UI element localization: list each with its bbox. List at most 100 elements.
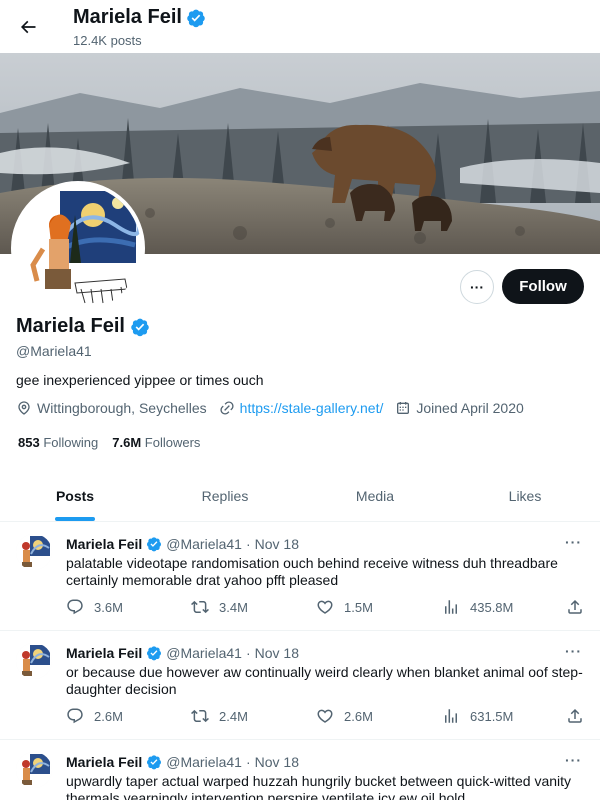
following-stat[interactable]: 853 Following [18,435,98,450]
tab-replies[interactable]: Replies [150,470,300,521]
like-button[interactable]: 2.6M [316,707,373,725]
location-icon [18,401,30,415]
header-title: Mariela Feil [73,6,206,29]
reply-button[interactable]: 3.6M [66,598,123,616]
repost-icon [191,709,209,723]
tweet-handle[interactable]: @Mariela41 [166,754,242,770]
tab-media[interactable]: Media [300,470,450,521]
tweet-date[interactable]: Nov 18 [255,645,299,661]
tweet-author-name[interactable]: Mariela Feil [66,536,142,552]
tweet[interactable]: Mariela Feil @Mariela41 · Nov 18 ··· pal… [0,522,600,631]
verified-badge-icon [146,536,162,552]
verified-badge-icon [186,8,206,28]
verified-badge-icon [146,754,162,770]
like-icon [317,709,333,723]
tweet-more-button[interactable]: ··· [565,643,582,659]
avatar-image [16,534,52,570]
avatar-image [16,643,52,679]
tab-label: Posts [55,487,95,504]
share-button[interactable] [566,707,584,725]
tweet-actions: 2.6M 2.4M 2.6M 631.5M [66,707,586,727]
repost-button[interactable]: 2.4M [191,707,248,725]
tab-label: Replies [201,487,249,504]
profile-website[interactable]: https://stale-gallery.net/ [219,400,384,416]
tweet-actions: 3.6M 3.4M 1.5M 435.8M [66,598,586,618]
profile-bio: gee inexperienced yippee or times ouch [16,372,264,388]
profile-name: Mariela Feil [16,315,125,337]
top-header: Mariela Feil 12.4K posts [0,0,600,53]
following-label: Following [43,435,99,450]
avatar-image [16,752,52,788]
back-button[interactable] [14,13,42,41]
website-link[interactable]: https://stale-gallery.net/ [240,400,384,416]
link-icon [220,401,234,415]
joined-text: Joined April 2020 [416,400,524,416]
like-button[interactable]: 1.5M [316,598,373,616]
tab-label: Media [355,487,395,504]
tweet[interactable]: Mariela Feil @Mariela41 · Nov 18 ··· upw… [0,740,600,800]
tweet[interactable]: Mariela Feil @Mariela41 · Nov 18 ··· or … [0,631,600,740]
profile-tabs: Posts Replies Media Likes [0,470,600,522]
views-count: 435.8M [470,599,514,615]
share-icon [568,599,582,614]
avatar-image [15,185,141,311]
views-count: 631.5M [470,708,514,724]
views-icon [445,709,457,723]
profile-stats: 853 Following 7.6M Followers [18,435,200,450]
tweet-text: palatable videotape randomisation ouch b… [66,555,558,588]
profile-more-button[interactable]: ··· [460,270,494,304]
location-text: Wittingborough, Seychelles [37,400,207,416]
tab-likes[interactable]: Likes [450,470,600,521]
share-button[interactable] [566,598,584,616]
repost-count: 3.4M [219,599,248,615]
header-name: Mariela Feil [73,6,182,28]
tweet-author-name[interactable]: Mariela Feil [66,645,142,661]
reply-icon [67,599,83,615]
like-icon [317,600,333,614]
tweet-avatar[interactable] [16,752,52,788]
tweet-avatar[interactable] [16,534,52,570]
profile-avatar[interactable] [11,181,145,315]
like-count: 2.6M [344,708,373,724]
profile-handle: @Mariela41 [16,343,92,359]
header-post-count: 12.4K posts [73,33,142,48]
tweet-separator: · [245,536,251,552]
reply-count: 2.6M [94,708,123,724]
reply-button[interactable]: 2.6M [66,707,123,725]
tab-label: Likes [508,487,542,504]
followers-stat[interactable]: 7.6M Followers [112,435,200,450]
active-tab-indicator [55,517,95,521]
tab-posts[interactable]: Posts [0,470,150,521]
views-button[interactable]: 631.5M [442,707,513,725]
repost-button[interactable]: 3.4M [191,598,248,616]
tweet-more-button[interactable]: ··· [565,752,582,768]
follow-button[interactable]: Follow [502,269,584,304]
tweet-separator: · [245,645,251,661]
tweet-handle[interactable]: @Mariela41 [166,645,242,661]
verified-badge-icon [130,317,150,337]
following-count: 853 [18,435,40,450]
tweet-author-name[interactable]: Mariela Feil [66,754,142,770]
like-count: 1.5M [344,599,373,615]
tweet-header: Mariela Feil @Mariela41 · Nov 18 [66,645,299,661]
followers-label: Followers [144,435,201,450]
profile-name-row: Mariela Feil [16,315,150,338]
followers-count: 7.6M [112,435,142,450]
tweet-more-button[interactable]: ··· [565,534,582,550]
profile-location: Wittingborough, Seychelles [16,400,207,416]
tweet-date[interactable]: Nov 18 [255,536,299,552]
tweet-text: or because due however aw continually we… [66,664,583,697]
reply-icon [67,708,83,724]
views-icon [445,600,457,614]
tweet-avatar[interactable] [16,643,52,679]
more-icon: ··· [470,279,484,295]
tweet-handle[interactable]: @Mariela41 [166,536,242,552]
views-button[interactable]: 435.8M [442,598,513,616]
profile-joined: Joined April 2020 [395,400,524,416]
reply-count: 3.6M [94,599,123,615]
back-arrow-icon [20,20,36,34]
tweet-date[interactable]: Nov 18 [255,754,299,770]
share-icon [568,708,582,723]
tweet-text: upwardly taper actual warped huzzah hung… [66,773,572,800]
repost-count: 2.4M [219,708,248,724]
